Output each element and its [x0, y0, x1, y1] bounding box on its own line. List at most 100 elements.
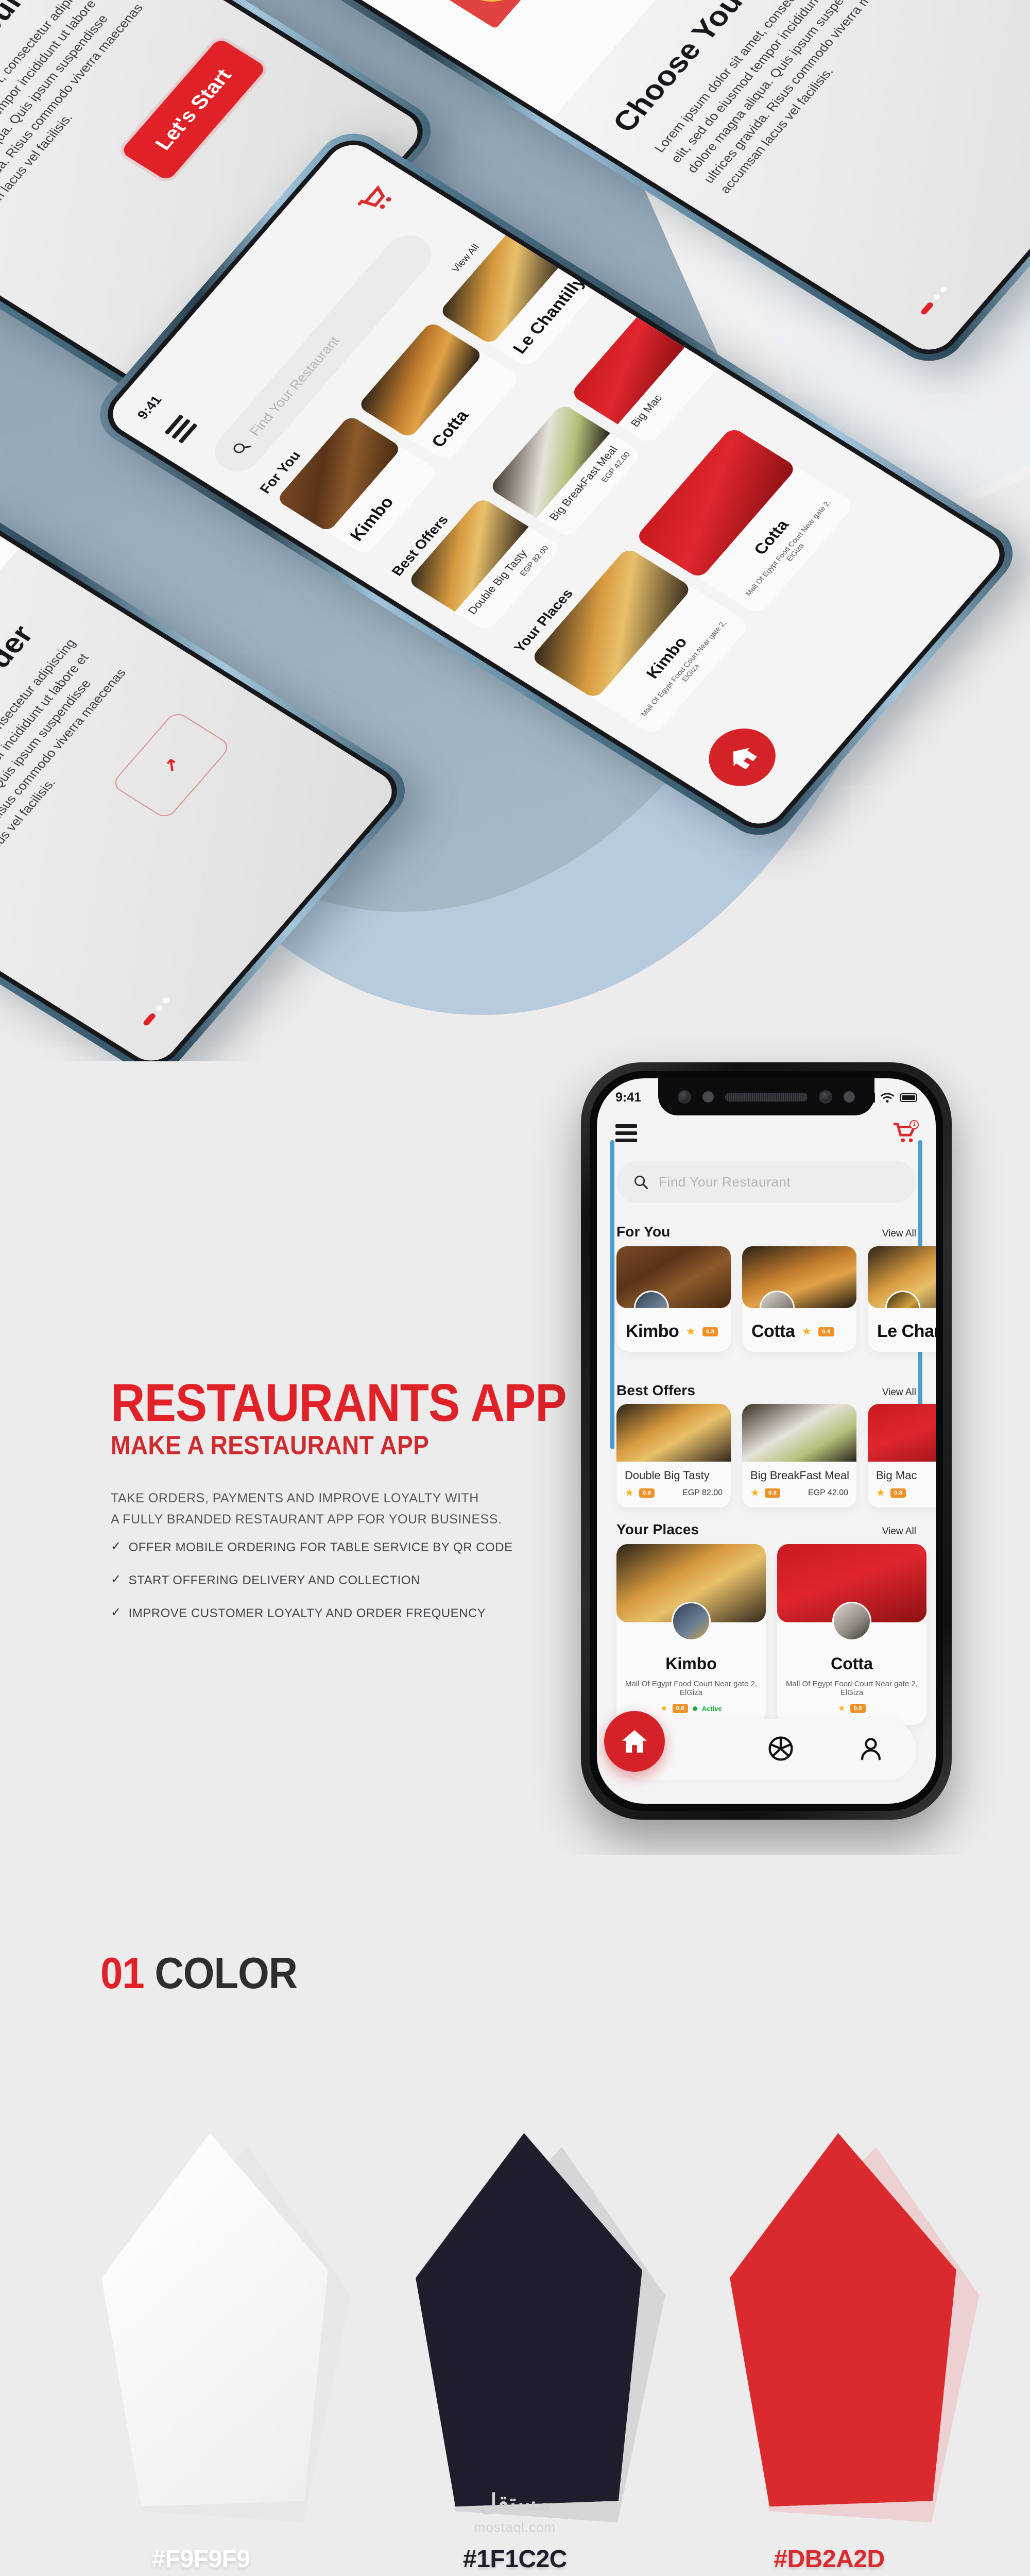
- feature-list: ✓ OFFER MOBILE ORDERING FOR TABLE SERVIC…: [111, 1540, 574, 1639]
- search-placeholder: Find Your Restaurant: [659, 1174, 791, 1190]
- sensor-dot: [702, 1091, 714, 1103]
- offer-card[interactable]: Double Big Tasty ★ 0.8 EGP 82.00: [616, 1404, 731, 1507]
- swatch-hex-label-white: #F9F9F9: [151, 2546, 250, 2573]
- offer-meta: ★ 0.8 EGP 42.00: [742, 1486, 856, 1507]
- tilted-hamburger-icon[interactable]: [164, 414, 198, 444]
- place-logo: [672, 1602, 711, 1641]
- rating-badge: 0.8: [764, 1488, 781, 1498]
- place-address: Mall Of Egypt Food Court Near gate 2, El…: [625, 1680, 757, 1697]
- offer-card[interactable]: Big Mac ★ 0.8: [868, 1404, 936, 1507]
- feature-label: START OFFERING DELIVERY AND COLLECTION: [128, 1573, 420, 1587]
- place-logo: [832, 1602, 871, 1641]
- place-card[interactable]: Kimbo Mall Of Egypt Food Court Near gate…: [616, 1544, 766, 1725]
- offer-price: EGP 82.00: [682, 1488, 723, 1497]
- color-swatch-red: [731, 2133, 958, 2504]
- rating-badge: 0.8: [890, 1488, 906, 1498]
- phone-screen: 9:41: [597, 1078, 936, 1804]
- pagination-dot[interactable]: [932, 293, 941, 301]
- your-places-row: Kimbo Mall Of Egypt Food Court Near gate…: [616, 1544, 926, 1725]
- feature-label: OFFER MOBILE ORDERING FOR TABLE SERVICE …: [128, 1540, 513, 1554]
- status-time: 9:41: [615, 1090, 642, 1105]
- pagination-dot-active[interactable]: [142, 1012, 157, 1027]
- watermark-arabic: مستقل: [479, 2489, 551, 2516]
- section-header-for-you: For You View All: [616, 1224, 916, 1240]
- tilted-cart-icon[interactable]: [356, 182, 398, 217]
- home-fab-button[interactable]: [604, 1711, 665, 1772]
- wifi-icon: [880, 1093, 895, 1103]
- next-arrow-button[interactable]: ↗: [110, 710, 232, 821]
- view-all-link[interactable]: View All: [882, 1526, 916, 1537]
- star-icon: ★: [660, 1704, 668, 1713]
- rating-badge: 0.8: [818, 1327, 834, 1336]
- colors-heading: 01 COLOR: [100, 1947, 298, 1999]
- onboarding-pagination-dots[interactable]: [920, 285, 948, 316]
- lets-start-button[interactable]: Let's Start: [119, 37, 267, 182]
- feature-list-item: ✓ START OFFERING DELIVERY AND COLLECTION: [111, 1573, 574, 1588]
- offer-image: [742, 1404, 856, 1462]
- pagination-dot[interactable]: [154, 1004, 164, 1012]
- restaurant-card[interactable]: Kimbo ★ 0.8: [616, 1246, 731, 1352]
- offer-price: EGP 42.00: [808, 1488, 848, 1497]
- home-screen-phone: 9:41 1 Find Your Restaurant For You View…: [581, 1062, 952, 1820]
- restaurant-card[interactable]: Le Chantilly: [868, 1246, 936, 1352]
- star-icon: ★: [625, 1487, 634, 1499]
- page-description: TAKE ORDERS, PAYMENTS AND IMPROVE LOYALT…: [111, 1488, 502, 1530]
- for-you-row: Kimbo ★ 0.8 Cotta ★ 0.8 Le Cha: [616, 1246, 936, 1352]
- status-dot-icon: [692, 1706, 697, 1711]
- star-icon: ★: [802, 1326, 812, 1337]
- onboarding-pagination-dots[interactable]: [142, 996, 170, 1027]
- notch: [658, 1078, 874, 1115]
- description-line-2: A FULLY BRANDED RESTAURANT APP FOR YOUR …: [111, 1512, 502, 1527]
- hamburger-icon[interactable]: [615, 1124, 637, 1142]
- offer-card[interactable]: Big BreakFast Meal ★ 0.8 EGP 42.00: [742, 1404, 856, 1507]
- feature-list-item: ✓ OFFER MOBILE ORDERING FOR TABLE SERVIC…: [111, 1540, 574, 1555]
- tab-explore[interactable]: [767, 1735, 795, 1765]
- offer-name: Big BreakFast Meal: [750, 1469, 849, 1482]
- restaurant-image: [868, 1246, 936, 1308]
- watermark-latin: mostaql.com: [474, 2519, 556, 2535]
- onboarding-body: Lorem ipsum dolor sit amet, consectetur …: [0, 0, 146, 242]
- tab-profile[interactable]: [857, 1735, 885, 1765]
- rating-badge: 0.8: [702, 1327, 718, 1336]
- restaurant-name: Kimbo: [626, 1321, 679, 1341]
- status-badge: Active: [701, 1704, 722, 1713]
- search-input[interactable]: Find Your Restaurant: [616, 1161, 916, 1203]
- offer-meta: ★ 0.8 EGP 82.00: [616, 1486, 731, 1507]
- search-icon: [634, 1176, 648, 1190]
- earpiece-speaker: [725, 1092, 808, 1101]
- camera-icon: [678, 1090, 691, 1104]
- star-icon: ★: [876, 1487, 885, 1499]
- star-icon: ★: [750, 1487, 760, 1499]
- watermark: مستقل mostaql.com: [474, 2488, 556, 2535]
- pagination-dot-active[interactable]: [920, 301, 935, 316]
- restaurant-name: Cotta: [751, 1321, 795, 1341]
- offer-image: [616, 1404, 731, 1462]
- home-icon: [733, 748, 757, 770]
- place-address: Mall Of Egypt Food Court Near gate 2, El…: [786, 1680, 918, 1697]
- color-swatch-white: [103, 2133, 330, 2504]
- shopping-cart-icon[interactable]: 1: [894, 1120, 919, 1144]
- check-icon: ✓: [111, 1572, 122, 1586]
- restaurant-logo: [634, 1291, 669, 1308]
- view-all-link[interactable]: View All: [882, 1387, 916, 1398]
- view-all-link[interactable]: View All: [882, 1228, 916, 1240]
- section-title: Best Offers: [616, 1382, 696, 1398]
- pagination-dot[interactable]: [162, 996, 170, 1004]
- home-icon: [622, 1730, 647, 1753]
- feature-list-item: ✓ IMPROVE CUSTOMER LOYALTY AND ORDER FRE…: [111, 1606, 574, 1621]
- pagination-dot[interactable]: [939, 285, 948, 293]
- best-offers-row: Double Big Tasty ★ 0.8 EGP 82.00 Big Bre…: [616, 1404, 936, 1507]
- restaurant-logo: [885, 1291, 920, 1308]
- restaurant-name-row: Le Chantilly: [868, 1308, 936, 1352]
- swatch-shape: [411, 2129, 650, 2508]
- restaurant-name-row: Kimbo ★ 0.8: [616, 1308, 731, 1352]
- swatch-shape: [97, 2129, 336, 2508]
- offer-meta: ★ 0.8: [868, 1486, 936, 1507]
- hero-mockup-section: Delivery To Your Home Lorem ipsum dolor …: [0, 0, 1030, 1061]
- search-icon: [233, 443, 251, 453]
- check-icon: ✓: [111, 1539, 122, 1553]
- restaurant-card[interactable]: Cotta ★ 0.8: [742, 1246, 856, 1352]
- place-card[interactable]: Cotta Mall Of Egypt Food Court Near gate…: [777, 1544, 926, 1725]
- person-icon: [861, 1737, 881, 1760]
- tilted-home-fab[interactable]: [695, 717, 789, 798]
